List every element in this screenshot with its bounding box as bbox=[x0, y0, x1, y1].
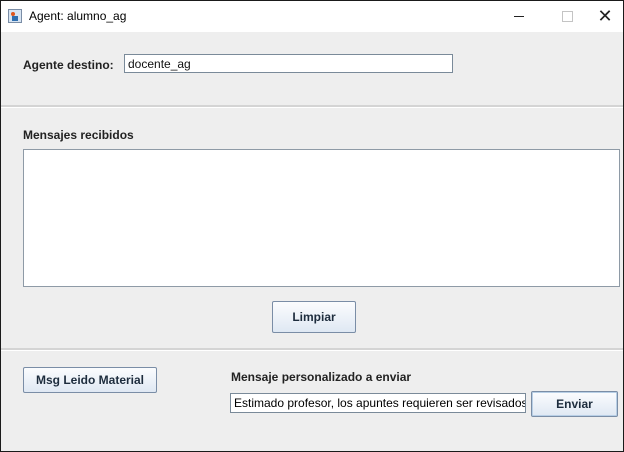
separator-bottom bbox=[1, 348, 623, 351]
mensajes-recibidos-label: Mensajes recibidos bbox=[23, 128, 134, 142]
agente-destino-input[interactable]: docente_ag bbox=[124, 54, 453, 73]
agente-destino-value: docente_ag bbox=[128, 57, 191, 71]
close-button[interactable]: ✕ bbox=[585, 5, 623, 27]
mensaje-personalizado-label: Mensaje personalizado a enviar bbox=[231, 370, 412, 384]
mensajes-recibidos-textarea[interactable] bbox=[23, 149, 620, 287]
enviar-button[interactable]: Enviar bbox=[531, 391, 618, 417]
limpiar-button[interactable]: Limpiar bbox=[272, 301, 356, 333]
minimize-button[interactable] bbox=[499, 5, 539, 27]
window-title: Agent: alumno_ag bbox=[29, 9, 127, 23]
maximize-button[interactable] bbox=[547, 5, 587, 27]
app-window: Agent: alumno_ag ✕ Agente destino: docen… bbox=[0, 0, 624, 452]
java-app-icon bbox=[8, 9, 22, 23]
mensaje-personalizado-input[interactable]: Estimado profesor, los apuntes requieren… bbox=[230, 393, 526, 413]
mensaje-personalizado-value: Estimado profesor, los apuntes requieren… bbox=[234, 396, 526, 410]
maximize-icon bbox=[561, 10, 573, 22]
title-bar: Agent: alumno_ag ✕ bbox=[1, 1, 623, 32]
separator-top bbox=[1, 105, 623, 108]
agente-destino-label: Agente destino: bbox=[23, 58, 114, 72]
minimize-icon bbox=[514, 15, 524, 17]
msg-leido-material-button[interactable]: Msg Leido Material bbox=[23, 367, 157, 393]
close-icon: ✕ bbox=[597, 5, 613, 26]
